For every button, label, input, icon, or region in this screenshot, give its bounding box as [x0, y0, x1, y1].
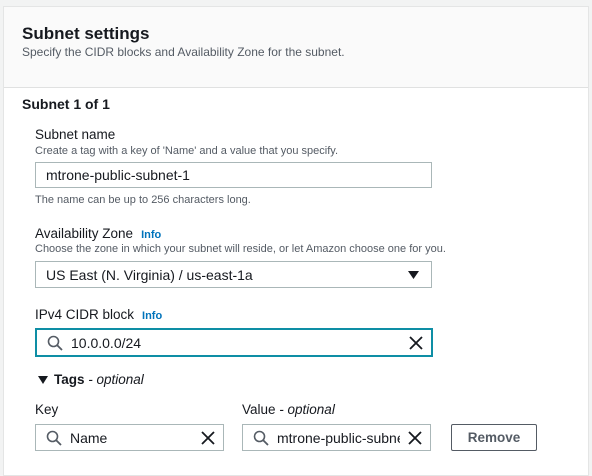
az-label: Availability Zone [35, 226, 134, 241]
caret-down-icon [408, 271, 419, 279]
tags-title: Tags [54, 372, 85, 387]
subnet-heading: Subnet 1 of 1 [22, 96, 110, 112]
cidr-input[interactable]: 10.0.0.0/24 [35, 328, 433, 357]
subnet-name-input[interactable]: mtrone-public-subnet-1 [35, 162, 432, 188]
cidr-info-link[interactable]: Info [142, 310, 162, 322]
subnet-name-label: Subnet name [35, 127, 116, 142]
tag-key-input[interactable]: Name [35, 424, 224, 451]
cidr-value: 10.0.0.0/24 [71, 334, 142, 351]
subnet-name-value: mtrone-public-subnet-1 [46, 167, 190, 183]
tag-key-value: Name [70, 429, 108, 446]
remove-tag-button[interactable]: Remove [451, 424, 537, 451]
caret-down-icon [38, 376, 48, 384]
tag-value-optional: - optional [275, 402, 335, 417]
az-select[interactable]: US East (N. Virginia) / us-east-1a [35, 261, 432, 288]
tag-value-value: mtrone-public-subnet-1 [277, 429, 400, 446]
az-description: Choose the zone in which your subnet wil… [35, 243, 446, 255]
search-icon [253, 430, 269, 446]
tag-value-label-row: Value - optional [242, 402, 335, 417]
cidr-label: IPv4 CIDR block [35, 307, 135, 322]
az-info-link[interactable]: Info [141, 229, 161, 241]
tag-value-label: Value [242, 402, 276, 417]
tags-toggle[interactable]: Tags - optional [38, 372, 144, 387]
az-selected-value: US East (N. Virginia) / us-east-1a [46, 266, 253, 283]
tags-optional: - optional [84, 372, 144, 387]
page-description: Specify the CIDR blocks and Availability… [22, 45, 345, 59]
tag-value-input[interactable]: mtrone-public-subnet-1 [242, 424, 431, 451]
clear-icon[interactable] [409, 335, 423, 350]
tag-key-label: Key [35, 402, 59, 417]
subnet-name-description: Create a tag with a key of 'Name' and a … [35, 145, 338, 157]
clear-icon[interactable] [201, 430, 215, 445]
search-icon [47, 335, 63, 351]
page-title: Subnet settings [22, 24, 150, 43]
subnet-name-hint: The name can be up to 256 characters lon… [35, 194, 251, 206]
cidr-label-row: IPv4 CIDR block Info [35, 307, 162, 322]
search-icon [46, 430, 62, 446]
az-label-row: Availability Zone Info [35, 226, 161, 241]
clear-icon[interactable] [408, 430, 422, 445]
